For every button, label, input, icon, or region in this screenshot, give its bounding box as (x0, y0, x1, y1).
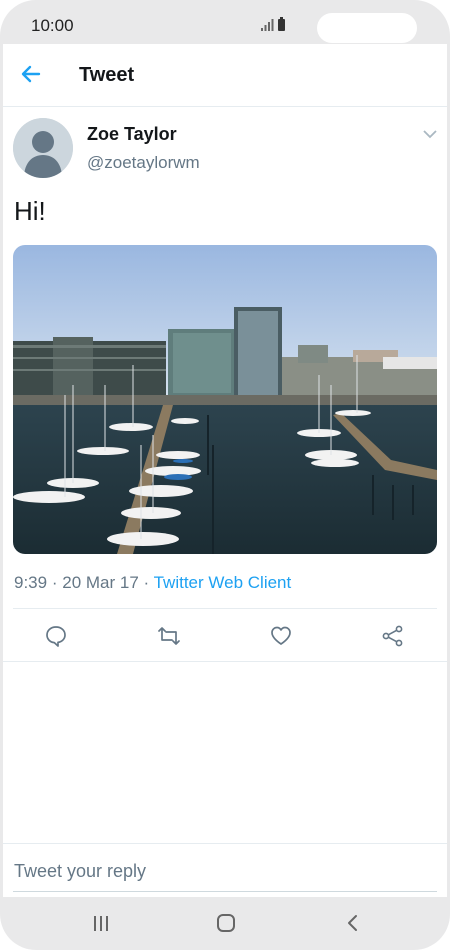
app-header: Tweet (3, 44, 447, 107)
divider (13, 608, 437, 609)
retweet-icon[interactable] (157, 624, 181, 648)
divider (3, 661, 447, 662)
recent-apps-icon[interactable] (91, 913, 111, 933)
reply-icon[interactable] (44, 624, 68, 648)
tweet-meta: 9:39 · 20 Mar 17 · Twitter Web Client (14, 573, 291, 593)
tweet-time: 9:39 (14, 573, 48, 592)
status-bar: 10:00 (3, 0, 447, 44)
screen: 10:00 Tweet Zoe Taylor @zoetaylorwm Hi! … (3, 0, 447, 950)
tweet-date: 20 Mar 17 (62, 573, 139, 592)
divider (3, 843, 447, 844)
reply-underline (13, 891, 437, 892)
nav-back-icon[interactable] (343, 913, 363, 933)
author-handle[interactable]: @zoetaylorwm (87, 153, 200, 173)
like-icon[interactable] (269, 624, 293, 648)
status-time: 10:00 (31, 16, 74, 35)
signal-icon (261, 19, 274, 31)
tweet-photo[interactable] (13, 245, 437, 554)
page-title: Tweet (79, 64, 135, 86)
back-arrow-icon[interactable] (19, 62, 43, 86)
battery-icon (278, 17, 285, 31)
share-icon[interactable] (381, 624, 405, 648)
home-icon[interactable] (216, 913, 236, 933)
avatar[interactable] (13, 118, 73, 178)
author-name[interactable]: Zoe Taylor (87, 124, 177, 145)
meta-separator: · (143, 573, 150, 592)
chevron-down-icon[interactable] (423, 128, 437, 140)
phone-frame: 10:00 Tweet Zoe Taylor @zoetaylorwm Hi! … (0, 0, 450, 950)
reply-input[interactable]: Tweet your reply (14, 861, 146, 882)
tweet-text: Hi! (14, 196, 46, 226)
system-nav-bar (3, 897, 447, 950)
default-avatar-icon (13, 118, 73, 178)
camera-cutout (317, 13, 417, 43)
tweet-actions (3, 610, 447, 660)
tweet-source-link[interactable]: Twitter Web Client (154, 573, 292, 592)
meta-separator: · (51, 573, 58, 592)
